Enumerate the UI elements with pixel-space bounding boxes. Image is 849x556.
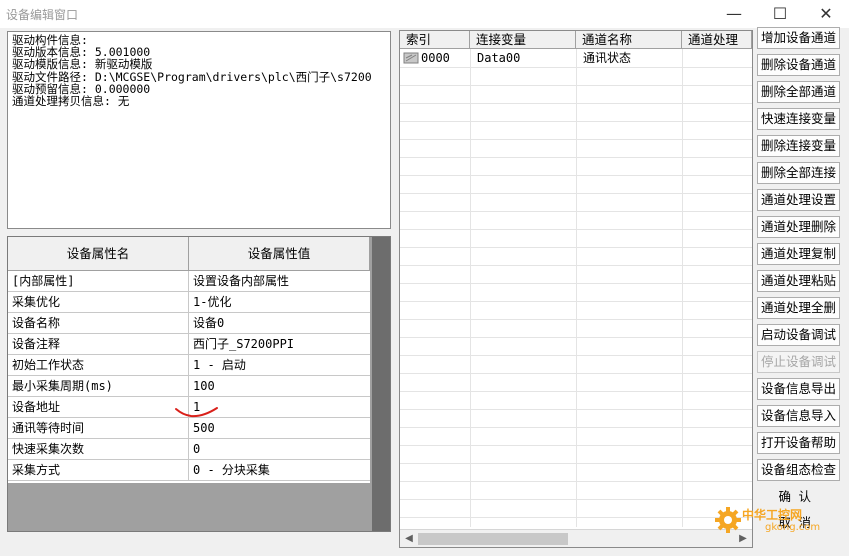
property-row[interactable]: 初始工作状态 1 - 启动 (8, 355, 370, 376)
command-button[interactable]: 启动设备调试 (757, 324, 840, 346)
watermark-logo: 中华工控网 gkong.com (712, 500, 847, 548)
command-button[interactable]: 打开设备帮助 (757, 432, 840, 454)
row-gridline (400, 193, 752, 194)
watermark-url: gkong.com (765, 522, 821, 533)
maximize-button[interactable]: ☐ (757, 0, 803, 28)
property-name: 初始工作状态 (8, 355, 189, 375)
property-name: 采集方式 (8, 460, 189, 480)
property-row[interactable]: [内部属性] 设置设备内部属性 (8, 271, 370, 292)
property-value[interactable]: 100 (189, 376, 370, 396)
command-button[interactable]: 设备信息导出 (757, 378, 840, 400)
channel-list-hscrollbar[interactable]: ◀ ▶ (400, 529, 752, 547)
property-name: 快速采集次数 (8, 439, 189, 459)
command-button[interactable]: 删除全部连接 (757, 162, 840, 184)
property-value[interactable]: 西门子_S7200PPI (189, 334, 370, 354)
row-gridline (400, 283, 752, 284)
property-row[interactable]: 最小采集周期(ms) 100 (8, 376, 370, 397)
channel-variable: Data00 (477, 51, 521, 65)
row-gridline (400, 247, 752, 248)
property-name: 设备地址 (8, 397, 189, 417)
property-value[interactable]: 1-优化 (189, 292, 370, 312)
property-value[interactable]: 设备0 (189, 313, 370, 333)
row-gridline (400, 409, 752, 410)
row-gridline (400, 499, 752, 500)
command-button[interactable]: 通道处理粘贴 (757, 270, 840, 292)
command-button[interactable]: 停止设备调试 (757, 351, 840, 373)
row-gridline (400, 121, 752, 122)
row-gridline (400, 211, 752, 212)
driver-info-textbox[interactable]: 驱动构件信息: 驱动版本信息: 5.001000 驱动模版信息: 新驱动模版 驱动文件… (7, 31, 391, 229)
row-gridline (400, 103, 752, 104)
row-gridline (400, 175, 752, 176)
property-row[interactable]: 快速采集次数 0 (8, 439, 370, 460)
command-button[interactable]: 删除连接变量 (757, 135, 840, 157)
property-value[interactable]: 设置设备内部属性 (189, 271, 370, 291)
row-gridline (400, 445, 752, 446)
command-button[interactable]: 设备信息导入 (757, 405, 840, 427)
command-button[interactable]: 删除全部通道 (757, 81, 840, 103)
row-gridline (400, 301, 752, 302)
channel-name: 通讯状态 (583, 51, 632, 65)
gear-icon (715, 507, 741, 533)
row-gridline (400, 319, 752, 320)
property-value[interactable]: 1 - 启动 (189, 355, 370, 375)
channel-index: 0000 (421, 51, 450, 65)
property-value-header: 设备属性值 (189, 237, 370, 271)
command-button[interactable]: 通道处理全删 (757, 297, 840, 319)
scroll-left-icon[interactable]: ◀ (400, 530, 418, 547)
property-row[interactable]: 采集优化 1-优化 (8, 292, 370, 313)
command-button[interactable]: 增加设备通道 (757, 27, 840, 49)
command-button[interactable]: 通道处理复制 (757, 243, 840, 265)
row-gridline (400, 265, 752, 266)
row-gridline (400, 355, 752, 356)
command-button[interactable]: 通道处理设置 (757, 189, 840, 211)
row-gridline (400, 373, 752, 374)
property-value[interactable]: 0 - 分块采集 (189, 460, 370, 480)
window-title: 设备编辑窗口 (6, 8, 79, 22)
row-gridline (400, 229, 752, 230)
property-name-header: 设备属性名 (8, 237, 189, 271)
device-property-grid: 设备属性名 设备属性值 [内部属性] 设置设备内部属性 采集优化 1-优化 设备名称 设备… (8, 237, 370, 483)
property-grid-scrollbar[interactable] (372, 237, 390, 531)
property-row[interactable]: 采集方式 0 - 分块采集 (8, 460, 370, 481)
property-name: 最小采集周期(ms) (8, 376, 189, 396)
property-row[interactable]: 设备名称 设备0 (8, 313, 370, 334)
property-name: 设备名称 (8, 313, 189, 333)
command-button[interactable]: 通道处理删除 (757, 216, 840, 238)
channel-process-column-header[interactable]: 通道处理 (682, 31, 752, 49)
close-button[interactable]: ✕ (803, 0, 849, 28)
variable-column-header[interactable]: 连接变量 (470, 31, 576, 49)
property-name: 通讯等待时间 (8, 418, 189, 438)
command-button[interactable]: 快速连接变量 (757, 108, 840, 130)
row-gridline (400, 67, 752, 68)
row-gridline (400, 427, 752, 428)
command-button[interactable]: 设备组态检查 (757, 459, 840, 481)
driver-info-line: 通道处理拷贝信息: 无 (12, 94, 130, 108)
device-property-panel: 设备属性名 设备属性值 [内部属性] 设置设备内部属性 采集优化 1-优化 设备名称 设备… (7, 236, 391, 532)
channel-row[interactable]: 0000 Data00 通讯状态 (400, 49, 752, 67)
minimize-button[interactable]: — (711, 0, 757, 28)
index-column-header[interactable]: 索引 (400, 31, 470, 49)
command-button[interactable]: 删除设备通道 (757, 54, 840, 76)
channel-list[interactable]: 索引 连接变量 通道名称 通道处理 0000 Data00 通讯状态 ◀ ▶ (399, 30, 753, 548)
red-annotation-mark (175, 407, 218, 418)
property-name: 设备注释 (8, 334, 189, 354)
title-bar: 设备编辑窗口 — ☐ ✕ (0, 0, 849, 28)
property-name: [内部属性] (8, 271, 189, 291)
channel-name-column-header[interactable]: 通道名称 (576, 31, 682, 49)
property-value[interactable]: 0 (189, 439, 370, 459)
property-name: 采集优化 (8, 292, 189, 312)
row-gridline (400, 517, 752, 518)
row-gridline (400, 481, 752, 482)
scroll-thumb[interactable] (418, 533, 568, 545)
row-gridline (400, 139, 752, 140)
row-gridline (400, 463, 752, 464)
property-row[interactable]: 设备注释 西门子_S7200PPI (8, 334, 370, 355)
row-gridline (400, 85, 752, 86)
row-gridline (400, 391, 752, 392)
watermark-text: 中华工控网 (742, 508, 803, 522)
row-gridline (400, 157, 752, 158)
row-gridline (400, 337, 752, 338)
